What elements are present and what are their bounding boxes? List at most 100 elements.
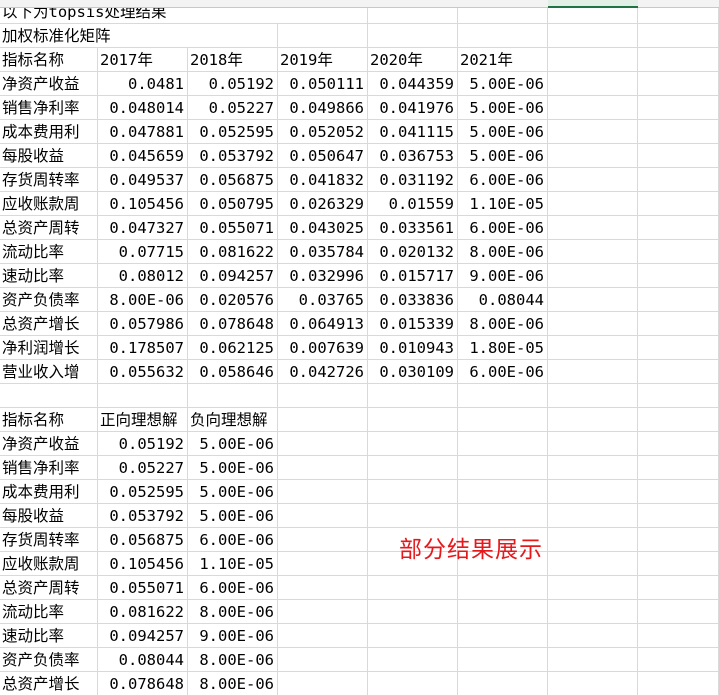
empty-cell[interactable] — [278, 24, 368, 48]
empty-cell[interactable] — [548, 432, 638, 456]
empty-cell[interactable] — [278, 432, 368, 456]
value-cell[interactable]: 8.00E-06 — [458, 312, 548, 336]
value-cell[interactable]: 8.00E-06 — [458, 240, 548, 264]
indicator-name-cell[interactable]: 流动比率 — [0, 600, 98, 624]
empty-cell[interactable] — [638, 288, 719, 312]
value-cell[interactable]: 0.056875 — [98, 528, 188, 552]
indicator-name-cell[interactable]: 流动比率 — [0, 240, 98, 264]
empty-cell[interactable] — [548, 312, 638, 336]
empty-cell[interactable] — [638, 216, 719, 240]
value-cell[interactable]: 0.042726 — [278, 360, 368, 384]
value-cell[interactable]: 0.055071 — [188, 216, 278, 240]
column-header-strip[interactable] — [0, 0, 719, 8]
indicator-name-cell[interactable]: 销售净利率 — [0, 456, 98, 480]
empty-cell[interactable] — [368, 672, 458, 696]
empty-cell[interactable] — [548, 240, 638, 264]
value-cell[interactable]: 0.05192 — [188, 72, 278, 96]
empty-cell[interactable] — [638, 552, 719, 576]
indicator-name-cell[interactable]: 资产负债率 — [0, 288, 98, 312]
indicator-name-cell[interactable]: 销售净利率 — [0, 96, 98, 120]
value-cell[interactable]: 1.80E-05 — [458, 336, 548, 360]
indicator-name-cell[interactable]: 营业收入增 — [0, 360, 98, 384]
empty-cell[interactable] — [548, 624, 638, 648]
empty-cell[interactable] — [278, 504, 368, 528]
value-cell[interactable]: 0.020576 — [188, 288, 278, 312]
empty-cell[interactable] — [638, 624, 719, 648]
value-cell[interactable]: 5.00E-06 — [188, 432, 278, 456]
value-cell[interactable]: 5.00E-06 — [458, 144, 548, 168]
value-cell[interactable]: 6.00E-06 — [458, 216, 548, 240]
empty-cell[interactable] — [548, 456, 638, 480]
indicator-name-cell[interactable]: 净资产收益 — [0, 432, 98, 456]
value-cell[interactable]: 8.00E-06 — [188, 600, 278, 624]
empty-cell[interactable] — [458, 600, 548, 624]
value-cell[interactable]: 0.047881 — [98, 120, 188, 144]
header-cell[interactable]: 2021年 — [458, 48, 548, 72]
empty-cell[interactable] — [548, 264, 638, 288]
empty-cell[interactable] — [638, 504, 719, 528]
empty-cell[interactable] — [638, 528, 719, 552]
empty-cell[interactable] — [638, 480, 719, 504]
value-cell[interactable]: 0.050111 — [278, 72, 368, 96]
empty-cell[interactable] — [278, 552, 368, 576]
value-cell[interactable]: 0.049866 — [278, 96, 368, 120]
value-cell[interactable]: 0.01559 — [368, 192, 458, 216]
value-cell[interactable]: 0.033561 — [368, 216, 458, 240]
value-cell[interactable]: 0.052595 — [98, 480, 188, 504]
empty-cell[interactable] — [548, 48, 638, 72]
empty-cell[interactable] — [548, 168, 638, 192]
empty-cell[interactable] — [368, 624, 458, 648]
empty-cell[interactable] — [458, 456, 548, 480]
empty-cell[interactable] — [548, 504, 638, 528]
value-cell[interactable]: 0.08044 — [98, 648, 188, 672]
indicator-name-cell[interactable]: 总资产周转 — [0, 576, 98, 600]
value-cell[interactable]: 0.05192 — [98, 432, 188, 456]
empty-cell[interactable] — [548, 384, 638, 408]
empty-cell[interactable] — [278, 648, 368, 672]
empty-cell[interactable] — [548, 216, 638, 240]
indicator-name-cell[interactable]: 净利润增长 — [0, 336, 98, 360]
empty-cell[interactable] — [368, 432, 458, 456]
empty-cell[interactable] — [278, 384, 368, 408]
value-cell[interactable]: 0.044359 — [368, 72, 458, 96]
indicator-name-cell[interactable]: 应收账款周 — [0, 552, 98, 576]
value-cell[interactable]: 0.057986 — [98, 312, 188, 336]
value-cell[interactable]: 0.010943 — [368, 336, 458, 360]
empty-cell[interactable] — [638, 72, 719, 96]
value-cell[interactable]: 5.00E-06 — [188, 456, 278, 480]
empty-cell[interactable] — [638, 672, 719, 696]
empty-cell[interactable] — [458, 480, 548, 504]
empty-cell[interactable] — [548, 600, 638, 624]
empty-cell[interactable] — [458, 624, 548, 648]
indicator-name-cell[interactable]: 应收账款周 — [0, 192, 98, 216]
value-cell[interactable]: 0.053792 — [98, 504, 188, 528]
empty-cell[interactable] — [368, 384, 458, 408]
empty-cell[interactable] — [278, 408, 368, 432]
value-cell[interactable]: 0.05227 — [98, 456, 188, 480]
value-cell[interactable]: 0.030109 — [368, 360, 458, 384]
value-cell[interactable]: 0.052052 — [278, 120, 368, 144]
header-cell[interactable]: 指标名称 — [0, 408, 98, 432]
empty-cell[interactable] — [548, 408, 638, 432]
indicator-name-cell[interactable]: 总资产增长 — [0, 672, 98, 696]
value-cell[interactable]: 0.050647 — [278, 144, 368, 168]
empty-cell[interactable] — [368, 576, 458, 600]
empty-cell[interactable] — [548, 480, 638, 504]
value-cell[interactable]: 5.00E-06 — [458, 96, 548, 120]
empty-cell[interactable] — [458, 384, 548, 408]
value-cell[interactable]: 0.07715 — [98, 240, 188, 264]
empty-cell[interactable] — [638, 432, 719, 456]
value-cell[interactable]: 0.015339 — [368, 312, 458, 336]
empty-cell[interactable] — [638, 456, 719, 480]
selected-column-header[interactable] — [548, 0, 638, 8]
empty-cell[interactable] — [638, 384, 719, 408]
empty-cell[interactable] — [638, 576, 719, 600]
empty-cell[interactable] — [638, 96, 719, 120]
empty-cell[interactable] — [278, 624, 368, 648]
value-cell[interactable]: 0.007639 — [278, 336, 368, 360]
value-cell[interactable]: 0.081622 — [188, 240, 278, 264]
value-cell[interactable]: 0.043025 — [278, 216, 368, 240]
indicator-name-cell[interactable]: 速动比率 — [0, 264, 98, 288]
empty-cell[interactable] — [548, 192, 638, 216]
empty-cell[interactable] — [638, 360, 719, 384]
